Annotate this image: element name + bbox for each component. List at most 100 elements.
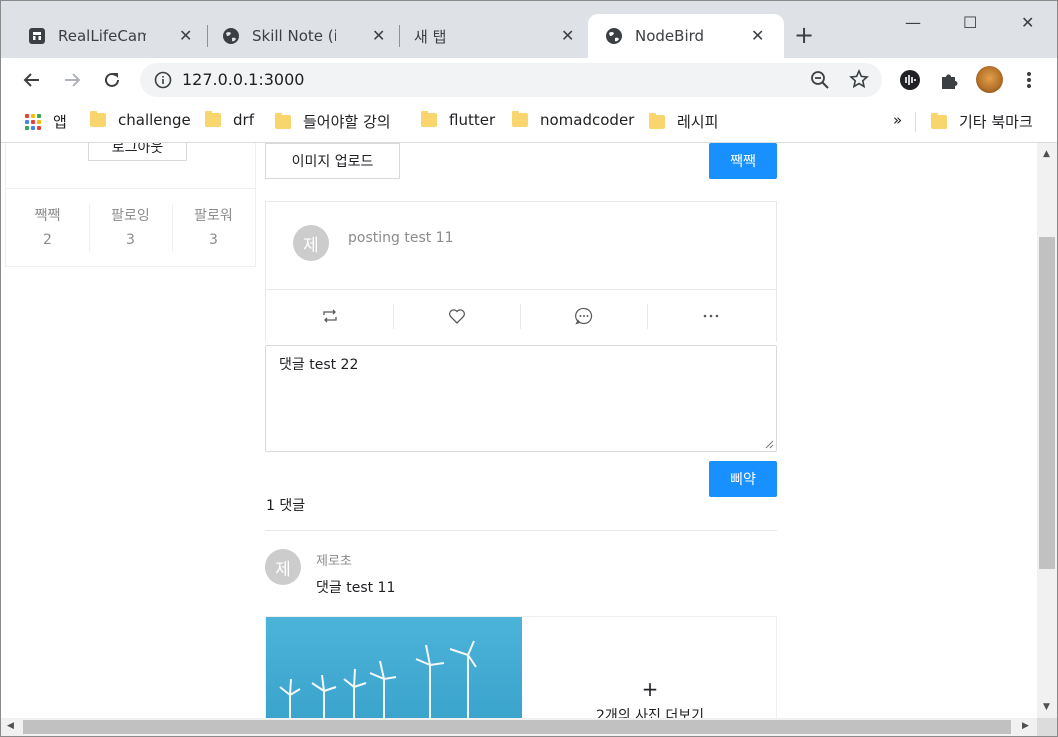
forward-button[interactable] xyxy=(59,67,85,93)
browser-toolbar: 127.0.0.1:3000 xyxy=(1,58,1057,102)
stat-posts: 짹짹 2 xyxy=(6,204,89,252)
tweet-submit-button[interactable]: 짹짹 xyxy=(709,143,777,179)
bookmark-folder[interactable]: 레시피 xyxy=(649,111,718,132)
stat-label: 팔로워 xyxy=(194,208,233,224)
tab-skill-note[interactable]: Skill Note (inser ✕ xyxy=(195,14,395,58)
extension-audio-icon[interactable] xyxy=(899,69,921,91)
comment-textarea[interactable]: 댓글 test 22 xyxy=(265,345,777,452)
maximize-button[interactable]: ☐ xyxy=(963,13,977,32)
scroll-left-arrow-icon[interactable]: ◀ xyxy=(7,721,14,731)
scrollbar-corner xyxy=(1037,718,1057,736)
image-upload-button[interactable]: 이미지 업로드 xyxy=(265,143,400,179)
vertical-scroll-thumb[interactable] xyxy=(1039,237,1055,569)
post-card: 제 posting test 11 xyxy=(265,201,777,342)
bookmark-label: nomadcoder xyxy=(540,111,635,129)
resize-handle-icon[interactable] xyxy=(765,440,774,449)
bookmarks-bar: 앱 challenge drf 들어야할 강의 flutter nomadcod… xyxy=(1,102,1057,143)
bookmark-folder[interactable]: challenge xyxy=(90,111,191,129)
bookmark-star-icon[interactable] xyxy=(849,69,869,89)
stat-value: 3 xyxy=(126,232,135,248)
bookmark-label: challenge xyxy=(118,111,191,129)
back-button[interactable] xyxy=(19,67,45,93)
browser-window: RealLifeCam (RL ✕ Skill Note (inser ✕ 새 … xyxy=(0,0,1058,737)
horizontal-scroll-thumb[interactable] xyxy=(23,720,1011,734)
globe-icon xyxy=(223,28,239,44)
close-tab-icon[interactable]: ✕ xyxy=(561,26,574,45)
more-button[interactable] xyxy=(647,290,774,342)
profile-avatar[interactable] xyxy=(976,66,1003,93)
stat-value: 2 xyxy=(43,232,52,248)
bookmark-folder[interactable]: 들어야할 강의 xyxy=(275,111,391,132)
retweet-button[interactable] xyxy=(266,290,393,342)
folder-icon xyxy=(931,112,947,129)
bookmark-apps[interactable]: 앱 xyxy=(25,111,67,132)
tab-new-tab[interactable]: 새 탭 ✕ xyxy=(387,14,583,58)
reallifecam-favicon-icon xyxy=(29,28,45,44)
tab-title: 새 탭 xyxy=(414,27,447,46)
profile-card: 로그아웃 짹짹 2 팔로잉 3 팔로워 3 xyxy=(5,143,256,267)
post-images: + 2개의 사진 더보기 xyxy=(265,616,777,718)
close-tab-icon[interactable]: ✕ xyxy=(372,26,385,45)
like-button[interactable] xyxy=(393,290,520,342)
avatar: 제 xyxy=(293,225,329,261)
arrow-right-icon xyxy=(65,73,81,87)
post-image[interactable] xyxy=(266,617,522,718)
more-images-label: 2개의 사진 더보기 xyxy=(596,708,704,718)
comment-list-divider xyxy=(265,530,777,531)
folder-icon xyxy=(512,111,528,127)
heart-icon xyxy=(448,309,465,324)
url-text: 127.0.0.1:3000 xyxy=(182,70,305,89)
scroll-down-arrow-icon[interactable]: ▼ xyxy=(1043,702,1050,712)
tab-strip: RealLifeCam (RL ✕ Skill Note (inser ✕ 새 … xyxy=(1,1,1057,58)
stat-value: 3 xyxy=(209,232,218,248)
bookmark-other-folder[interactable]: 기타 북마크 xyxy=(931,111,1033,132)
ellipsis-icon xyxy=(703,314,718,318)
stat-label: 짹짹 xyxy=(34,208,61,224)
close-window-button[interactable]: ✕ xyxy=(1021,13,1034,32)
more-images-button[interactable]: + 2개의 사진 더보기 xyxy=(522,617,778,718)
comment-submit-button[interactable]: 삐약 xyxy=(709,461,777,497)
folder-icon xyxy=(649,112,665,129)
retweet-icon xyxy=(322,309,337,323)
stat-following: 팔로잉 3 xyxy=(89,204,172,252)
logout-button[interactable]: 로그아웃 xyxy=(88,143,187,161)
close-tab-icon[interactable]: ✕ xyxy=(751,26,764,45)
card-divider xyxy=(6,188,255,189)
tab-nodebird[interactable]: NodeBird ✕ xyxy=(588,14,784,58)
folder-icon xyxy=(421,111,437,127)
folder-icon xyxy=(275,112,291,129)
comment-button[interactable] xyxy=(520,290,647,342)
new-tab-button[interactable]: + xyxy=(794,23,814,47)
bookmark-folder[interactable]: flutter xyxy=(421,111,495,129)
minimize-button[interactable]: — xyxy=(905,13,921,32)
folder-icon xyxy=(90,111,106,127)
extensions-puzzle-icon[interactable] xyxy=(939,69,961,91)
bookmarks-overflow-button[interactable]: » xyxy=(893,111,902,129)
bookmark-folder[interactable]: drf xyxy=(205,111,254,129)
bookmark-label: flutter xyxy=(449,111,496,129)
reload-button[interactable] xyxy=(99,67,125,93)
stat-followers: 팔로워 3 xyxy=(172,204,255,252)
bookmark-label: 들어야할 강의 xyxy=(303,113,391,131)
address-bar[interactable]: 127.0.0.1:3000 xyxy=(140,63,882,97)
tab-reallifecam[interactable]: RealLifeCam (RL ✕ xyxy=(1,14,199,58)
apps-grid-icon xyxy=(25,113,41,130)
comment-input-value: 댓글 test 22 xyxy=(279,357,359,373)
avatar: 제 xyxy=(265,549,301,585)
post-actions xyxy=(266,289,776,342)
horizontal-scrollbar[interactable]: ◀ ▶ xyxy=(1,718,1037,736)
bookmark-folder[interactable]: nomadcoder xyxy=(512,111,634,129)
bookmark-label: drf xyxy=(233,111,254,129)
vertical-scrollbar[interactable]: ▲ ▼ xyxy=(1037,143,1057,718)
scroll-right-arrow-icon[interactable]: ▶ xyxy=(1022,721,1029,731)
scroll-up-arrow-icon[interactable]: ▲ xyxy=(1043,149,1050,159)
plus-icon: + xyxy=(641,677,659,701)
arrow-left-icon xyxy=(23,73,39,87)
more-vertical-icon[interactable] xyxy=(1023,69,1035,91)
info-icon[interactable] xyxy=(154,71,172,89)
zoom-out-icon[interactable] xyxy=(810,70,830,90)
bookmark-label: 레시피 xyxy=(677,113,719,131)
close-tab-icon[interactable]: ✕ xyxy=(179,26,192,45)
tab-title: NodeBird xyxy=(635,27,705,45)
post-content: posting test 11 xyxy=(348,230,454,246)
